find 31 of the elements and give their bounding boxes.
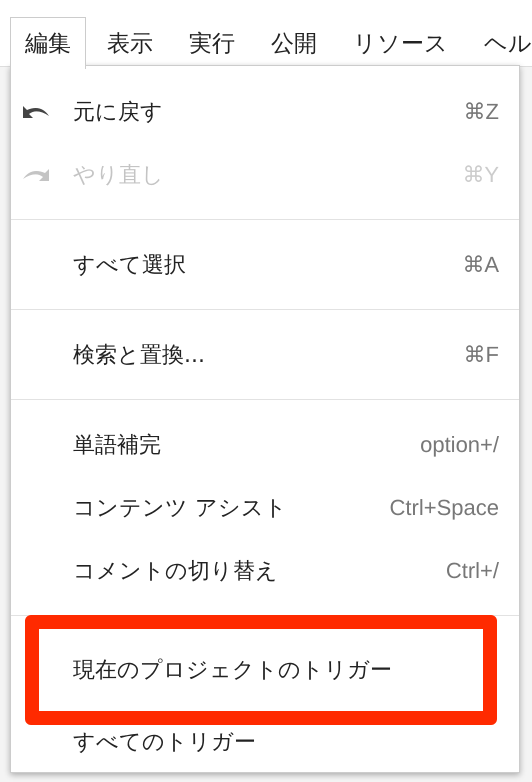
menu-item-label: コメントの切り替え [73,558,279,586]
menu-item[interactable]: 検索と置換... ⌘F [11,323,519,386]
menu-tab[interactable]: 公開 [256,17,332,69]
menu-item-label: やり直し [73,162,165,190]
menu-tab[interactable]: 表示 [92,17,168,69]
menu-item[interactable]: コメントの切り替え Ctrl+/ [11,539,519,602]
menu-item[interactable]: 現在のプロジェクトのトリガー [25,615,497,725]
menu-item[interactable]: すべてのトリガー [11,725,519,759]
menu-item-label: 単語補完 [73,432,162,460]
menu-item[interactable]: すべて選択 ⌘A [11,233,519,296]
menu-tab[interactable]: 編集 [10,17,86,69]
undo-icon [21,104,51,120]
shortcut-label: Ctrl+Space [390,494,499,520]
menu-tab[interactable]: ヘル [469,17,532,69]
shortcut-label: option+/ [420,432,499,458]
menu-item-label: コンテンツ アシスト [73,494,288,522]
menu-item-label: すべて選択 [73,252,187,280]
menu-item-label: 検索と置換... [73,342,206,370]
shortcut-label: ⌘A [462,252,499,278]
menu-item-label: 現在のプロジェクトのトリガー [73,657,393,685]
menu-item[interactable]: コンテンツ アシスト Ctrl+Space [11,476,519,539]
shortcut-label: ⌘Z [464,98,499,124]
shortcut-label: ⌘F [464,342,499,368]
redo-icon [21,166,51,182]
menu-tab[interactable]: リソース [338,17,463,69]
shortcut-label: Ctrl+/ [446,558,499,584]
menu-tab[interactable]: 実行 [174,17,250,69]
menu-item[interactable]: 元に戻す ⌘Z [11,80,519,143]
menu-item[interactable]: 単語補完 option+/ [11,413,519,476]
menu-item-label: 元に戻す [73,98,164,126]
menu-item-label: すべてのトリガー [73,729,257,757]
